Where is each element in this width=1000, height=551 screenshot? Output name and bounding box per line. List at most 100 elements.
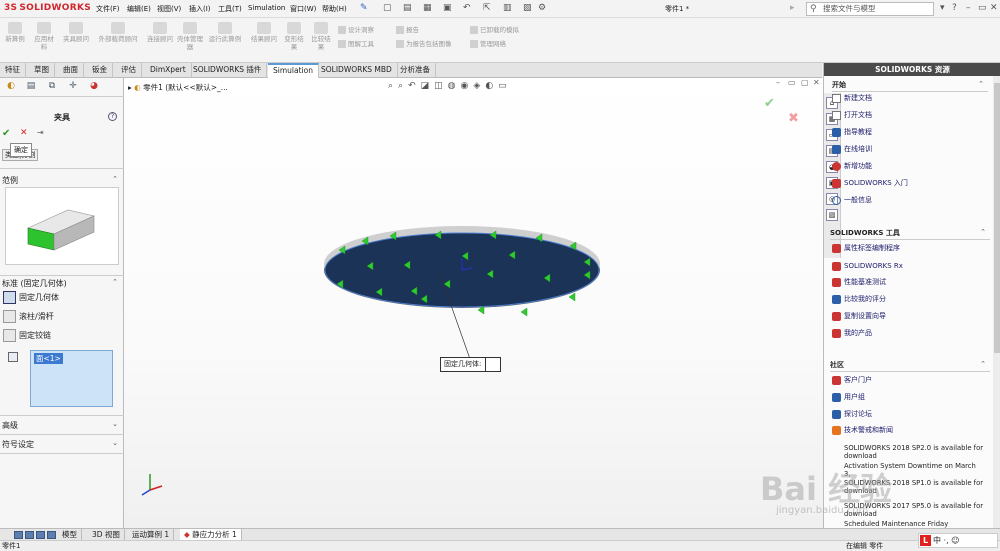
results-advisor-button[interactable]: 结果顾问 bbox=[248, 22, 280, 43]
plot-tools-button[interactable]: 图解工具 bbox=[338, 38, 374, 48]
option-roller-slider[interactable]: 滚柱/滑杆 bbox=[3, 309, 121, 324]
undo-icon[interactable]: ↶ bbox=[463, 3, 471, 13]
group-community[interactable]: 社区 ⌃ bbox=[830, 360, 990, 372]
ok-button[interactable]: ✔ bbox=[2, 128, 14, 140]
link-customer-portal[interactable]: 客户门户 bbox=[832, 374, 990, 386]
deformed-result-button[interactable]: 变形结果 bbox=[282, 22, 306, 51]
tab-features[interactable]: 特征 bbox=[0, 63, 26, 78]
tab-dimxpert[interactable]: DimXpert bbox=[145, 63, 192, 78]
minimize-icon[interactable]: – bbox=[966, 3, 971, 13]
menu-simulation[interactable]: Simulation bbox=[248, 4, 285, 12]
options-icon[interactable]: ⚙ bbox=[538, 3, 546, 13]
design-insight-button[interactable]: 设计洞察 bbox=[338, 24, 374, 34]
callout-value-field[interactable] bbox=[485, 358, 501, 371]
link-user-groups[interactable]: 用户组 bbox=[832, 391, 990, 403]
display-manager-icon[interactable]: ◕ bbox=[87, 81, 101, 93]
run-study-button[interactable]: 运行此算例 bbox=[206, 22, 244, 43]
pin-icon[interactable]: ✎ bbox=[360, 3, 368, 13]
pin-button[interactable]: ⇥ bbox=[37, 128, 49, 140]
menu-file[interactable]: 文件(F) bbox=[96, 4, 120, 14]
tab-sketch[interactable]: 草图 bbox=[29, 63, 55, 78]
new-doc-icon[interactable]: ▢ bbox=[383, 3, 392, 13]
tab-analysis-prep[interactable]: 分析准备 bbox=[395, 63, 436, 78]
search-dropdown-icon[interactable]: ▾ bbox=[940, 3, 945, 13]
feature-manager-icon[interactable]: ◐ bbox=[4, 81, 18, 93]
community-icon[interactable]: ▧ bbox=[826, 209, 838, 221]
section-advanced[interactable]: 高级 ⌄ bbox=[2, 420, 122, 431]
menu-insert[interactable]: 插入(I) bbox=[189, 4, 211, 14]
link-discussion-forum[interactable]: 探讨论坛 bbox=[832, 408, 990, 420]
property-manager-icon[interactable]: ▤ bbox=[24, 81, 38, 93]
tab-mbd[interactable]: SOLIDWORKS MBD bbox=[316, 63, 398, 78]
save-icon[interactable]: ▦ bbox=[423, 3, 432, 13]
menu-window[interactable]: 窗口(W) bbox=[290, 4, 316, 14]
restore-icon[interactable]: ▭ bbox=[978, 3, 987, 13]
file-properties-icon[interactable]: ▧ bbox=[523, 3, 532, 13]
close-icon[interactable]: ✕ bbox=[990, 3, 998, 13]
link-open-document[interactable]: 打开文档 bbox=[832, 109, 990, 121]
help-icon[interactable]: ? bbox=[108, 112, 117, 121]
ime-toolbar[interactable]: L中 ·, ☺ bbox=[918, 533, 998, 548]
section-standard[interactable]: 标准 (固定几何体) ⌃ bbox=[2, 278, 122, 289]
connections-advisor-button[interactable]: 连接顾问 bbox=[143, 22, 177, 43]
search-input[interactable]: ⚲ 搜索文件与模型 bbox=[806, 2, 934, 16]
rebuild-icon[interactable]: ▥ bbox=[503, 3, 512, 13]
link-property-tab-builder[interactable]: 属性标签编制程序 bbox=[832, 242, 990, 254]
link-compare-score[interactable]: 比较我的评分 bbox=[832, 293, 990, 305]
group-solidworks-tools[interactable]: SOLIDWORKS 工具 ⌃ bbox=[830, 228, 990, 240]
link-new-document[interactable]: 新建文档 bbox=[832, 92, 990, 104]
graphics-area[interactable]: ▸ ◐ 零件1 (默认<<默认>_... ⌕⌕↶◪◫◍◉◈◐▭ – ▭ ▢ ✕ … bbox=[124, 78, 823, 528]
link-online-training[interactable]: 在线培训 bbox=[832, 143, 990, 155]
dimxpert-manager-icon[interactable]: ✛ bbox=[66, 81, 80, 93]
tab-surfaces[interactable]: 曲面 bbox=[58, 63, 84, 78]
menu-help[interactable]: 帮助(H) bbox=[322, 4, 347, 14]
link-my-products[interactable]: 我的产品 bbox=[832, 327, 990, 339]
manage-network-button[interactable]: 管理网络 bbox=[470, 38, 506, 48]
shell-manager-button[interactable]: 壳体管理器 bbox=[177, 22, 203, 51]
offloaded-simulation-button[interactable]: 已卸载的模拟 bbox=[470, 24, 519, 34]
menu-view[interactable]: 视图(V) bbox=[157, 4, 181, 14]
tab-addins[interactable]: SOLIDWORKS 插件 bbox=[188, 63, 268, 78]
nav-prev-icon[interactable] bbox=[25, 531, 34, 539]
scrollbar-thumb[interactable] bbox=[994, 83, 1000, 353]
report-button[interactable]: 报告 bbox=[396, 24, 419, 34]
open-icon[interactable]: ▤ bbox=[403, 3, 412, 13]
option-fixed-hinge[interactable]: 固定铰链 bbox=[3, 328, 121, 343]
link-tech-alerts[interactable]: 技术警戒和新闻 bbox=[832, 424, 990, 436]
link-copy-settings-wizard[interactable]: 复制设置向导 bbox=[832, 310, 990, 322]
fixture-advisor-button[interactable]: 夹具顾问 bbox=[60, 22, 92, 43]
solidworks-logo[interactable]: 3S SOLIDWORKS bbox=[4, 3, 91, 13]
model-disc[interactable] bbox=[124, 78, 823, 528]
link-solidworks-rx[interactable]: SOLIDWORKS Rx bbox=[832, 260, 990, 272]
menu-tools[interactable]: 工具(T) bbox=[218, 4, 242, 14]
apply-material-button[interactable]: 应用材料 bbox=[33, 22, 55, 51]
help-circle-icon[interactable]: ? bbox=[952, 3, 957, 13]
new-study-button[interactable]: 新算例 bbox=[3, 22, 27, 43]
compare-results-button[interactable]: 比较结果 bbox=[309, 22, 333, 51]
news-item[interactable]: SOLIDWORKS 2018 SP2.0 is available for d… bbox=[844, 444, 984, 460]
nav-last-icon[interactable] bbox=[47, 531, 56, 539]
cancel-button[interactable]: ✕ bbox=[20, 128, 32, 140]
external-loads-advisor-button[interactable]: 外部载荷顾问 bbox=[95, 22, 141, 43]
select-icon[interactable]: ⇱ bbox=[483, 3, 491, 13]
section-example[interactable]: 范例 ⌃ bbox=[2, 175, 122, 186]
fixture-callout[interactable]: 固定几何体: bbox=[440, 357, 501, 372]
link-tutorials[interactable]: 指导教程 bbox=[832, 126, 990, 138]
menu-edit[interactable]: 编辑(E) bbox=[127, 4, 151, 14]
include-image-button[interactable]: 为报告包括图像 bbox=[396, 38, 452, 48]
print-icon[interactable]: ▣ bbox=[443, 3, 452, 13]
section-symbol-settings[interactable]: 符号设定 ⌄ bbox=[2, 439, 122, 450]
group-getting-started[interactable]: 开始 ⌃ bbox=[832, 80, 988, 92]
tab-evaluate[interactable]: 评估 bbox=[116, 63, 142, 78]
tab-simulation[interactable]: Simulation bbox=[268, 63, 319, 78]
link-general-info[interactable]: 一般信息 bbox=[832, 194, 990, 206]
link-whats-new[interactable]: 新增功能 bbox=[832, 160, 990, 172]
nav-first-icon[interactable] bbox=[14, 531, 23, 539]
list-item[interactable]: 面<1> bbox=[34, 353, 63, 364]
link-performance-benchmark[interactable]: 性能基准测试 bbox=[832, 276, 990, 288]
fold-icon[interactable]: ▸ bbox=[790, 3, 795, 13]
option-fixed-geometry[interactable]: 固定几何体 bbox=[3, 290, 121, 305]
news-item[interactable]: Scheduled Maintenance Friday bbox=[844, 520, 984, 528]
configuration-manager-icon[interactable]: ⧉ bbox=[45, 81, 59, 93]
nav-next-icon[interactable] bbox=[36, 531, 45, 539]
